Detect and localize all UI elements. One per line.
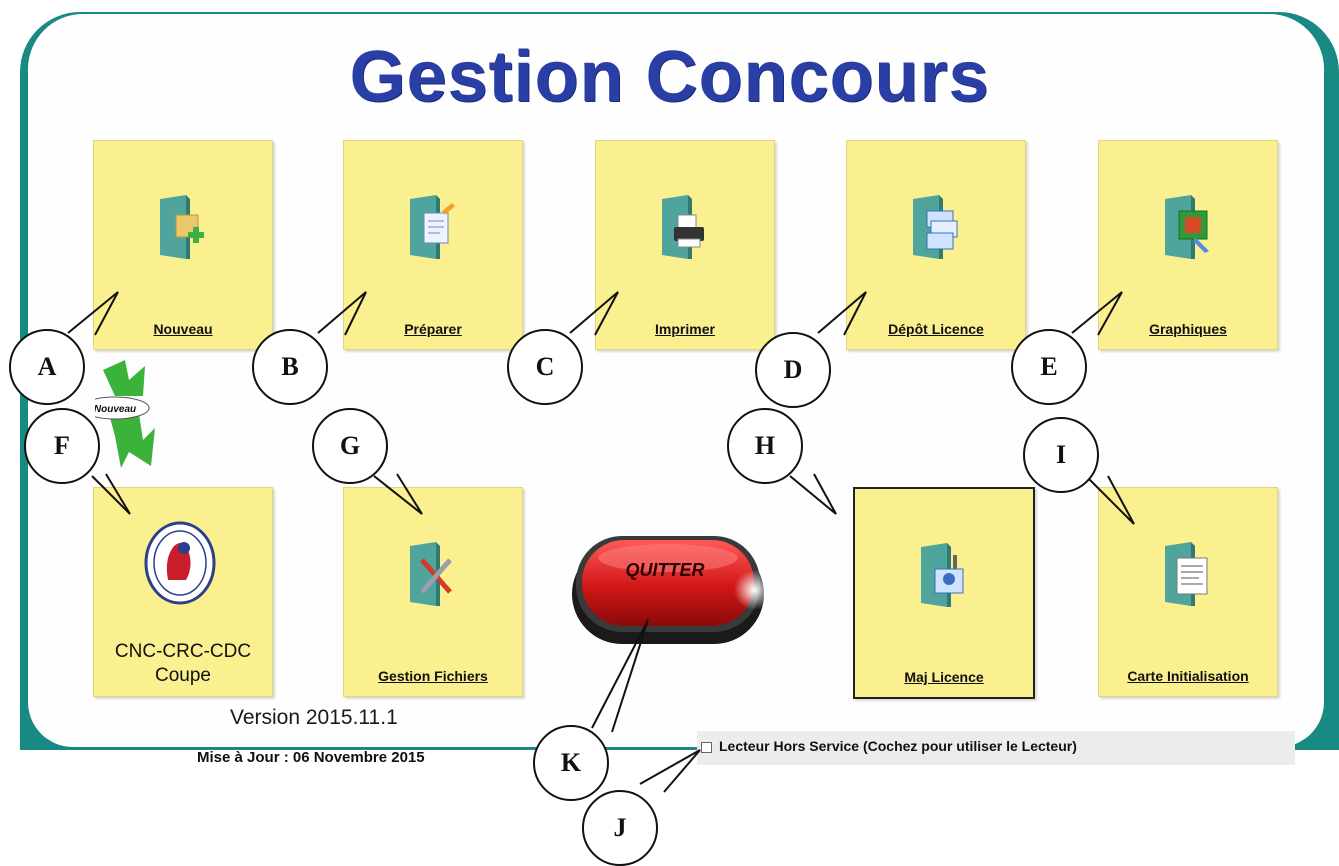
preparer-button[interactable]: Préparer: [343, 140, 523, 350]
callout-a: A: [9, 329, 85, 405]
imprimer-label: Imprimer: [655, 321, 715, 337]
cnc-label: CNC-CRC-CDC Coupe: [94, 640, 272, 688]
folder-printer-icon: [662, 195, 704, 259]
callout-i: I: [1023, 417, 1099, 493]
nouveau-label: Nouveau: [153, 321, 213, 337]
cnc-label-line1: CNC-CRC-CDC: [114, 641, 252, 662]
callout-b: B: [252, 329, 328, 405]
callout-g: G: [312, 408, 388, 484]
cnc-crc-cdc-coupe-button[interactable]: CNC-CRC-CDC Coupe: [93, 487, 273, 697]
maj-licence-label: Maj Licence: [904, 669, 984, 685]
callout-k: K: [533, 725, 609, 801]
folder-tools-icon: [410, 542, 452, 606]
cnc-label-line2: Coupe: [155, 665, 211, 686]
folder-edit-icon: [410, 195, 455, 259]
callout-j: J: [582, 790, 658, 866]
imprimer-button[interactable]: Imprimer: [595, 140, 775, 350]
preparer-label: Préparer: [404, 321, 462, 337]
graphiques-label: Graphiques: [1149, 321, 1227, 337]
carte-initialisation-button[interactable]: Carte Initialisation: [1098, 487, 1278, 697]
new-badge-icon: Nouveau: [95, 360, 155, 468]
quit-button[interactable]: QUITTER: [568, 530, 768, 650]
callout-h: H: [727, 408, 803, 484]
quit-button-label: QUITTER: [626, 560, 705, 580]
app-title: Gestion Concours: [349, 37, 990, 117]
gestion-fichiers-label: Gestion Fichiers: [378, 668, 488, 684]
federation-logo-icon: [144, 521, 216, 605]
gestion-fichiers-button[interactable]: Gestion Fichiers: [343, 487, 523, 697]
reader-checkbox-bar[interactable]: Lecteur Hors Service (Cochez pour utilis…: [697, 731, 1295, 765]
nouveau-button[interactable]: Nouveau: [93, 140, 273, 350]
callout-d: D: [755, 332, 831, 408]
graphiques-button[interactable]: Graphiques: [1098, 140, 1278, 350]
folder-id-card-icon: [921, 543, 964, 607]
main-window: Gestion Concours Nouveau Préparer Imprim…: [0, 0, 1339, 866]
callout-f: F: [24, 408, 100, 484]
folder-cards-icon: [913, 195, 958, 259]
callout-j-pointer: [639, 749, 701, 793]
version-label: Version 2015.11.1: [230, 706, 398, 729]
new-badge-label: Nouveau: [95, 404, 136, 415]
reader-checkbox-label: Lecteur Hors Service (Cochez pour utilis…: [719, 738, 1077, 754]
callout-c: C: [507, 329, 583, 405]
folder-document-icon: [1165, 542, 1208, 606]
carte-initialisation-label: Carte Initialisation: [1127, 668, 1249, 684]
depot-licence-label: Dépôt Licence: [888, 321, 984, 337]
depot-licence-button[interactable]: Dépôt Licence: [846, 140, 1026, 350]
reader-checkbox[interactable]: [701, 742, 712, 753]
callout-e: E: [1011, 329, 1087, 405]
maj-licence-button[interactable]: Maj Licence: [853, 487, 1035, 699]
folder-chart-icon: [1165, 195, 1209, 259]
folder-add-icon: [160, 195, 204, 259]
update-date-label: Mise à Jour : 06 Novembre 2015: [197, 749, 425, 766]
